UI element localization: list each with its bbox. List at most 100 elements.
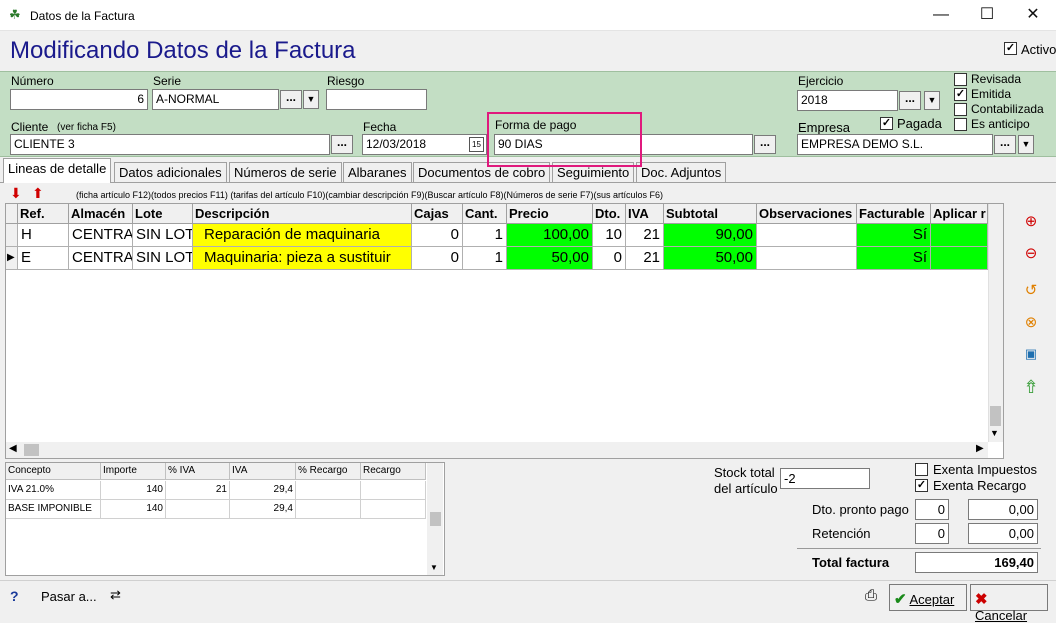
dto-pronto-pct-field[interactable]: 0 <box>915 499 949 520</box>
tab-doc-adjuntos[interactable]: Doc. Adjuntos <box>636 162 727 182</box>
horizontal-scrollbar[interactable] <box>6 442 988 458</box>
iva-scroll-thumb[interactable] <box>430 512 441 526</box>
table-cell[interactable]: Maquinaria: pieza a sustituir <box>193 247 412 270</box>
maximize-icon[interactable]: ☐ <box>964 0 1010 31</box>
horizontal-scroll-thumb[interactable] <box>24 444 39 456</box>
col-header-aplicar[interactable]: Aplicar r <box>931 204 988 224</box>
pasar-a-button[interactable]: Pasar a... <box>41 589 97 604</box>
pagada-checkbox[interactable]: ✓ <box>880 117 893 130</box>
table-cell[interactable]: Reparación de maquinaria <box>193 224 412 247</box>
riesgo-field[interactable] <box>326 89 427 110</box>
stock-field[interactable]: -2 <box>780 468 870 489</box>
table-cell[interactable]: 100,00 <box>507 224 593 247</box>
retencion-val-field[interactable]: 0,00 <box>968 523 1038 544</box>
table-cell[interactable]: 50,00 <box>507 247 593 270</box>
table-cell[interactable]: H <box>18 224 69 247</box>
col-header-subtotal[interactable]: Subtotal <box>664 204 757 224</box>
tab-lineas-detalle[interactable]: Lineas de detalle <box>3 158 112 183</box>
col-header-cant[interactable]: Cant. <box>463 204 507 224</box>
col-header-iva[interactable]: IVA <box>626 204 664 224</box>
printer-icon[interactable]: ⎙ <box>865 587 877 604</box>
serie-dots-button[interactable]: ... <box>280 90 302 109</box>
col-header-ref[interactable]: Ref. <box>18 204 69 224</box>
remove-line-icon[interactable]: ⊖ <box>1020 243 1042 265</box>
dto-pronto-val-field[interactable]: 0,00 <box>968 499 1038 520</box>
empresa-dropdown-button[interactable]: ▼ <box>1018 135 1034 154</box>
col-header-cajas[interactable]: Cajas <box>412 204 463 224</box>
table-cell[interactable]: E <box>18 247 69 270</box>
move-up-icon[interactable]: ⬆ <box>32 185 44 202</box>
serie-dropdown-button[interactable]: ▼ <box>303 90 319 109</box>
ejercicio-field[interactable]: 2018 <box>797 90 898 111</box>
table-cell[interactable] <box>931 247 988 270</box>
scroll-right-icon[interactable]: ▶ <box>976 443 984 454</box>
col-header-lote[interactable]: Lote <box>133 204 193 224</box>
current-row-indicator[interactable]: ▶ <box>6 247 18 270</box>
scroll-down-icon[interactable]: ▼ <box>990 428 999 438</box>
cancel-edit-icon[interactable]: ⊗ <box>1020 312 1042 334</box>
empresa-field[interactable]: EMPRESA DEMO S.L. <box>797 134 993 155</box>
numero-field[interactable]: 6 <box>10 89 148 110</box>
tab-datos-adicionales[interactable]: Datos adicionales <box>114 162 227 182</box>
vertical-scroll-thumb[interactable] <box>990 406 1001 426</box>
revisada-checkbox[interactable] <box>954 73 967 86</box>
row-indicator[interactable] <box>6 224 18 247</box>
merge-arrows-icon[interactable]: ⇮ <box>1020 376 1042 398</box>
help-icon[interactable]: ? <box>10 588 19 604</box>
col-header-almacen[interactable]: Almacén <box>69 204 133 224</box>
table-cell[interactable]: 1 <box>463 247 507 270</box>
move-down-icon[interactable]: ⬇ <box>10 185 22 202</box>
empresa-dots-button[interactable]: ... <box>994 135 1016 154</box>
table-cell[interactable]: 21 <box>626 224 664 247</box>
emitida-checkbox[interactable]: ✓ <box>954 88 967 101</box>
table-cell[interactable]: 10 <box>593 224 626 247</box>
table-cell[interactable]: CENTRA <box>69 247 133 270</box>
col-header-facturable[interactable]: Facturable <box>857 204 931 224</box>
col-header-precio[interactable]: Precio <box>507 204 593 224</box>
serie-field[interactable]: A-NORMAL <box>152 89 279 110</box>
contabilizada-checkbox[interactable] <box>954 103 967 116</box>
table-cell[interactable]: 50,00 <box>664 247 757 270</box>
tab-numeros-serie[interactable]: Números de serie <box>229 162 342 182</box>
table-cell[interactable]: 0 <box>412 224 463 247</box>
iva-scroll-down-icon[interactable]: ▼ <box>430 563 438 572</box>
ejercicio-dots-button[interactable]: ... <box>899 91 921 110</box>
close-icon[interactable]: ✕ <box>1010 0 1056 31</box>
export-icon[interactable]: ⇄ <box>110 587 121 603</box>
forma-pago-dots-button[interactable]: ... <box>754 135 776 154</box>
ejercicio-dropdown-button[interactable]: ▼ <box>924 91 940 110</box>
retencion-pct-field[interactable]: 0 <box>915 523 949 544</box>
table-cell[interactable]: CENTRA <box>69 224 133 247</box>
exenta-recargo-checkbox[interactable]: ✓ <box>915 479 928 492</box>
table-cell[interactable]: 90,00 <box>664 224 757 247</box>
es-anticipo-checkbox[interactable] <box>954 118 967 131</box>
cancelar-button[interactable]: ✖ Cancelar <box>970 584 1048 623</box>
calendar-icon[interactable]: 15 <box>469 137 484 152</box>
table-cell[interactable] <box>757 224 857 247</box>
col-header-descripcion[interactable]: Descripción <box>193 204 412 224</box>
cliente-field[interactable]: CLIENTE 3 <box>10 134 330 155</box>
table-cell[interactable]: 0 <box>412 247 463 270</box>
minimize-icon[interactable]: — <box>918 0 964 31</box>
table-cell[interactable] <box>931 224 988 247</box>
col-header-dto[interactable]: Dto. <box>593 204 626 224</box>
table-cell[interactable]: SIN LOT <box>133 247 193 270</box>
add-line-icon[interactable]: ⊕ <box>1020 211 1042 233</box>
aceptar-button[interactable]: ✔ Aceptar <box>889 584 967 611</box>
window-title: Datos de la Factura <box>30 9 135 23</box>
scroll-left-icon[interactable]: ◀ <box>9 443 17 454</box>
table-cell[interactable]: 0 <box>593 247 626 270</box>
table-cell[interactable]: 1 <box>463 224 507 247</box>
cliente-dots-button[interactable]: ... <box>331 135 353 154</box>
table-cell[interactable]: Sí <box>857 224 931 247</box>
table-cell[interactable]: Sí <box>857 247 931 270</box>
tab-albaranes[interactable]: Albaranes <box>343 162 412 182</box>
activo-checkbox[interactable]: ✓ <box>1004 42 1017 55</box>
col-header-observaciones[interactable]: Observaciones <box>757 204 857 224</box>
undo-icon[interactable]: ↺ <box>1020 280 1042 302</box>
image-view-icon[interactable]: ▣ <box>1020 343 1042 365</box>
table-cell[interactable]: 21 <box>626 247 664 270</box>
table-cell[interactable]: SIN LOT <box>133 224 193 247</box>
exenta-impuestos-checkbox[interactable] <box>915 463 928 476</box>
table-cell[interactable] <box>757 247 857 270</box>
